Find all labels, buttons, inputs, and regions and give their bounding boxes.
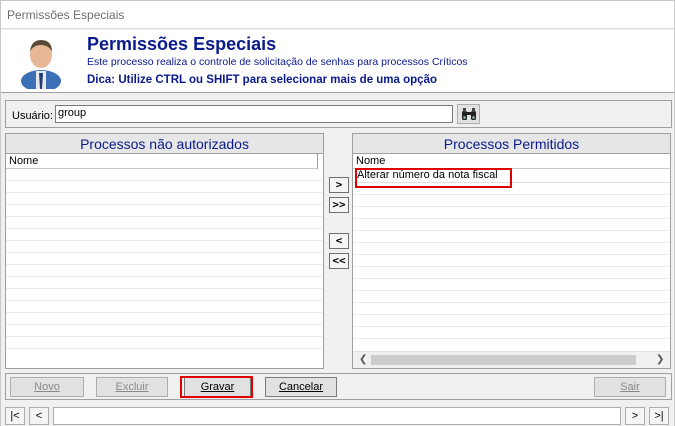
search-user-button[interactable] [457, 104, 480, 124]
action-toolbar: Novo Excluir Gravar Cancelar Sair [5, 373, 672, 400]
column-header-name[interactable]: Nome [6, 154, 318, 169]
empty-row [353, 279, 670, 291]
window: Permissões Especiais Permissões Especiai… [0, 0, 675, 426]
empty-row [6, 277, 323, 289]
remove-selected-button[interactable]: < [329, 233, 349, 249]
previous-record-button[interactable]: < [29, 407, 49, 425]
scroll-left-icon[interactable]: ❮ [359, 354, 367, 365]
permitted-list[interactable]: Alterar número da nota fiscal [353, 169, 670, 339]
empty-row [6, 241, 323, 253]
empty-row [353, 207, 670, 219]
empty-row [6, 217, 323, 229]
new-button[interactable]: Novo [10, 377, 84, 397]
remove-all-button[interactable]: << [329, 253, 349, 269]
add-all-button[interactable]: >> [329, 197, 349, 213]
user-input[interactable]: group [55, 105, 453, 123]
empty-row [6, 205, 323, 217]
permitted-panel-title: Processos Permitidos [353, 134, 670, 154]
user-filter: Usuário: group [5, 100, 672, 128]
empty-row [6, 265, 323, 277]
unauthorized-list[interactable] [6, 169, 323, 349]
empty-row [6, 229, 323, 241]
window-title: Permissões Especiais [7, 8, 125, 22]
empty-row [6, 169, 323, 181]
empty-row [353, 327, 670, 339]
first-record-button[interactable]: |< [5, 407, 25, 425]
empty-row [6, 289, 323, 301]
highlight-save-button [180, 376, 253, 398]
last-record-button[interactable]: >| [649, 407, 669, 425]
user-label: Usuário: [12, 110, 53, 122]
empty-row [6, 313, 323, 325]
empty-row [353, 291, 670, 303]
highlight-permitted-item [355, 168, 512, 188]
unauthorized-panel-title: Processos não autorizados [6, 134, 323, 154]
empty-row [353, 195, 670, 207]
empty-row [6, 301, 323, 313]
binoculars-icon [461, 107, 476, 120]
cancel-button[interactable]: Cancelar [265, 377, 337, 397]
navigator-track[interactable] [53, 407, 621, 425]
header: Permissões Especiais Este processo reali… [1, 30, 674, 93]
add-selected-button[interactable]: > [329, 177, 349, 193]
user-avatar-icon [21, 40, 61, 89]
delete-button[interactable]: Excluir [96, 377, 168, 397]
empty-row [6, 337, 323, 349]
empty-row [353, 303, 670, 315]
empty-row [353, 231, 670, 243]
empty-row [353, 315, 670, 327]
column-header-name[interactable]: Nome [353, 154, 670, 169]
empty-row [353, 219, 670, 231]
tip-text: Dica: Utilize CTRL ou SHIFT para selecio… [87, 74, 437, 86]
scroll-right-icon[interactable]: ❯ [656, 354, 664, 365]
empty-row [353, 243, 670, 255]
empty-row [353, 255, 670, 267]
unauthorized-processes-panel: Processos não autorizados Nome [5, 133, 324, 369]
page-subtitle: Este processo realiza o controle de soli… [87, 56, 468, 68]
next-record-button[interactable]: > [625, 407, 645, 425]
empty-row [6, 325, 323, 337]
exit-button[interactable]: Sair [594, 377, 666, 397]
record-navigator: |< < > >| [1, 406, 674, 426]
page-title: Permissões Especiais [87, 34, 277, 54]
empty-row [6, 193, 323, 205]
empty-row [353, 267, 670, 279]
scroll-thumb[interactable] [371, 355, 636, 365]
horizontal-scrollbar[interactable]: ❮ ❯ [353, 351, 670, 368]
title-bar: Permissões Especiais [1, 1, 674, 29]
empty-row [6, 253, 323, 265]
empty-row [6, 181, 323, 193]
